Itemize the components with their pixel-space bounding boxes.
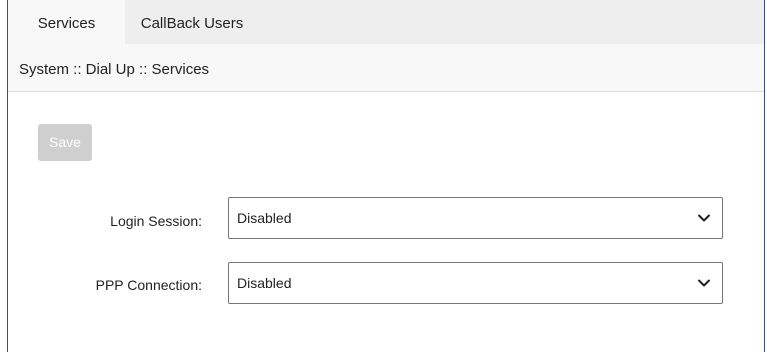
login-session-label: Login Session: bbox=[110, 213, 202, 229]
tab-callback-users-label: CallBack Users bbox=[140, 15, 244, 32]
breadcrumb-bar: System :: Dial Up :: Services bbox=[8, 44, 764, 92]
tab-bar: Services CallBack Users bbox=[8, 0, 764, 44]
tab-callback-users[interactable]: CallBack Users bbox=[125, 0, 259, 44]
tab-services[interactable]: Services bbox=[8, 0, 125, 44]
breadcrumb: System :: Dial Up :: Services bbox=[19, 61, 210, 78]
chevron-down-icon bbox=[698, 214, 710, 222]
ppp-connection-label: PPP Connection: bbox=[95, 277, 202, 293]
save-button[interactable]: Save bbox=[38, 124, 92, 161]
chevron-down-icon bbox=[698, 279, 710, 287]
ppp-connection-value: Disabled bbox=[237, 275, 292, 291]
ppp-connection-select[interactable]: Disabled bbox=[228, 262, 723, 304]
main-panel: Services CallBack Users System :: Dial U… bbox=[7, 0, 765, 352]
login-session-value: Disabled bbox=[237, 210, 292, 226]
tab-services-label: Services bbox=[37, 15, 96, 32]
login-session-select[interactable]: Disabled bbox=[228, 197, 723, 239]
